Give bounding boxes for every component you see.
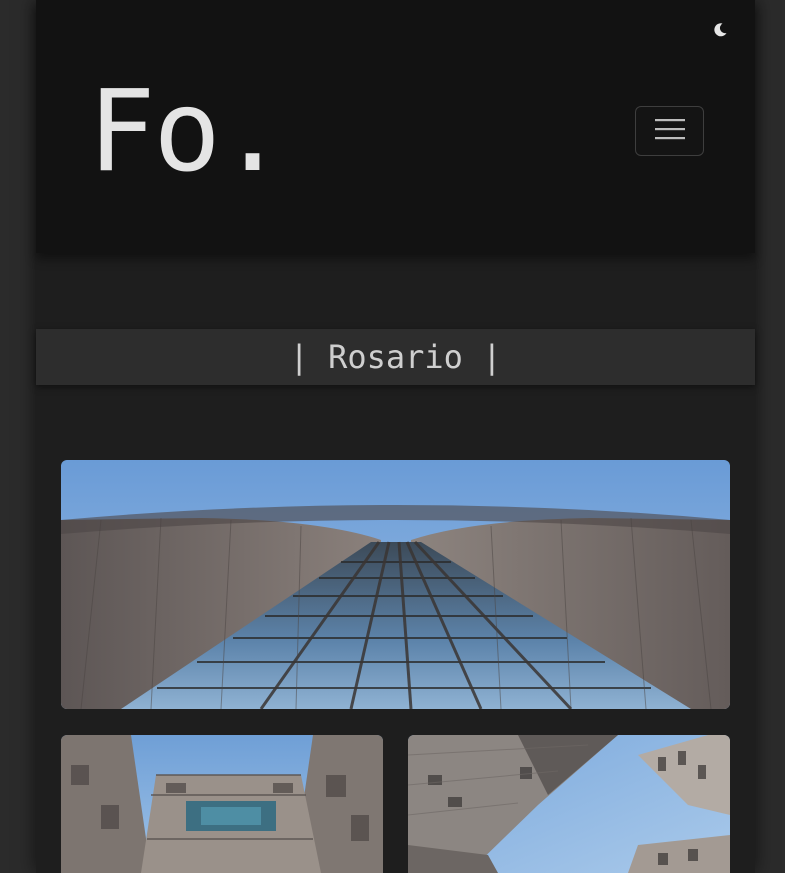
album-title: | Rosario | — [289, 338, 502, 376]
moon-icon — [712, 22, 728, 42]
skyscrapers-upward-view-photo — [408, 735, 730, 873]
brutalist-tower-photo — [61, 735, 383, 873]
hamburger-menu-icon — [654, 117, 686, 145]
gallery-photo-right[interactable] — [408, 735, 730, 873]
menu-toggle-button[interactable] — [635, 106, 704, 156]
gallery-photo-left[interactable] — [61, 735, 383, 873]
album-title-bar: | Rosario | — [36, 329, 755, 385]
page-container: Fo. | Rosario | — [36, 0, 755, 873]
glass-facade-building-photo — [61, 460, 730, 709]
gallery-photo-main[interactable] — [61, 460, 730, 709]
site-header: Fo. — [36, 0, 755, 253]
theme-toggle-button[interactable] — [710, 22, 730, 42]
site-logo[interactable]: Fo. — [88, 62, 286, 202]
